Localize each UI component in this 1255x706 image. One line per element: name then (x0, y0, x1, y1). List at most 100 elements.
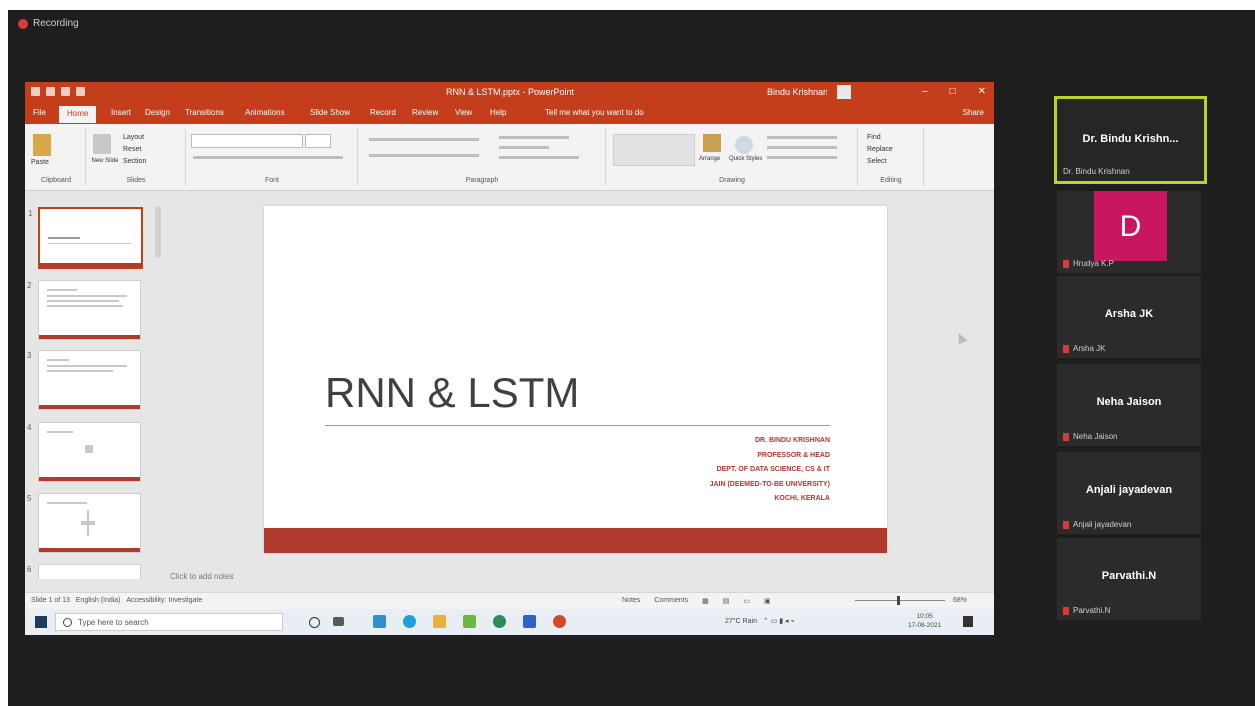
participant-label-text: Parvathi.N (1073, 606, 1111, 615)
paste-icon[interactable] (33, 134, 51, 156)
participant-tile[interactable]: Neha Jaison Neha Jaison (1057, 364, 1201, 446)
file-explorer-icon[interactable] (433, 615, 446, 628)
font-name-dropdown[interactable] (191, 134, 303, 148)
zoom-slider-handle[interactable] (897, 596, 900, 605)
slide-canvas[interactable]: RNN & LSTM DR. BINDU KRISHNAN PROFESSOR … (264, 206, 887, 553)
subtitle-line: DR. BINDU KRISHNAN (754, 437, 830, 444)
participant-tile-active-speaker[interactable]: Dr. Bindu Krishn... Dr. Bindu Krishnan (1054, 96, 1207, 184)
text-direction-button[interactable] (499, 136, 569, 139)
quick-styles-icon[interactable] (735, 136, 753, 154)
shape-fill-button[interactable] (767, 136, 837, 139)
new-slide-icon[interactable] (93, 134, 111, 154)
thumbnail-scrollbar[interactable] (155, 207, 161, 257)
tab-help[interactable]: Help (490, 108, 506, 117)
participant-tile[interactable]: Arsha JK Arsha JK (1057, 276, 1201, 358)
list-buttons[interactable] (369, 138, 479, 141)
search-placeholder: Type here to search (78, 618, 149, 627)
align-text-button[interactable] (499, 146, 549, 149)
notification-icon[interactable] (963, 616, 973, 627)
tab-insert[interactable]: Insert (111, 108, 131, 117)
align-buttons[interactable] (369, 154, 479, 157)
user-avatar[interactable] (837, 85, 851, 99)
maximize-icon[interactable]: □ (950, 86, 956, 97)
slide-thumbnail[interactable]: 5 (27, 493, 141, 553)
taskbar-search-box[interactable]: Type here to search (55, 613, 283, 631)
arrange-icon[interactable] (703, 134, 721, 152)
notes-button[interactable]: Notes (622, 597, 640, 605)
zoom-icon[interactable] (523, 615, 536, 628)
close-icon[interactable]: ✕ (978, 86, 986, 97)
section-button[interactable]: Section (123, 158, 146, 165)
group-drawing: Arrange Quick Styles Drawing (607, 128, 858, 186)
cortana-icon[interactable] (309, 617, 320, 628)
zoom-level[interactable]: 68% (953, 597, 967, 604)
accessibility-status[interactable]: Accessibility: Investigate (126, 597, 202, 604)
subtitle-line: PROFESSOR & HEAD (757, 451, 830, 459)
tell-me-search[interactable]: Tell me what you want to do (545, 108, 644, 117)
participant-label-text: Hrudya K.P (1073, 259, 1114, 268)
tab-file[interactable]: File (33, 108, 46, 117)
new-slide-button[interactable]: New Slide (89, 158, 121, 164)
share-button[interactable]: Share (963, 108, 984, 117)
slide-thumbnail[interactable]: 6 (27, 564, 141, 579)
present-icon[interactable] (76, 87, 85, 96)
normal-view-icon[interactable]: ▦ (702, 597, 709, 605)
slide-thumbnail[interactable]: 2 (27, 280, 141, 340)
font-size-dropdown[interactable] (305, 134, 331, 148)
thumbnail-number: 5 (27, 494, 32, 503)
undo-icon[interactable] (46, 87, 55, 96)
shape-effects-button[interactable] (767, 156, 837, 159)
slide-subtitle[interactable]: DR. BINDU KRISHNAN PROFESSOR & HEAD DEPT… (710, 434, 830, 507)
tab-record[interactable]: Record (370, 108, 396, 117)
replace-button[interactable]: Replace (867, 146, 893, 153)
save-icon[interactable] (31, 87, 40, 96)
tray-icons[interactable]: ⌃ ▭ ▮ ◂ ⌁ (763, 618, 795, 625)
font-format-buttons[interactable] (193, 156, 343, 159)
minimize-icon[interactable]: – (922, 86, 928, 97)
quick-styles-button[interactable]: Quick Styles (729, 156, 762, 162)
participant-tile[interactable]: Parvathi.N Parvathi.N (1057, 538, 1201, 620)
sorter-view-icon[interactable]: ▤ (723, 597, 730, 605)
layout-button[interactable]: Layout (123, 134, 144, 141)
redo-icon[interactable] (61, 87, 70, 96)
slide-thumbnail[interactable]: 3 (27, 350, 141, 410)
powerpoint-icon[interactable] (553, 615, 566, 628)
paste-button[interactable]: Paste (31, 159, 49, 166)
task-view-icon[interactable] (333, 617, 344, 626)
reading-view-icon[interactable]: ▭ (743, 597, 750, 605)
tab-design[interactable]: Design (145, 108, 170, 117)
tab-transitions[interactable]: Transitions (185, 108, 224, 117)
zoom-slider[interactable] (855, 600, 945, 601)
user-name[interactable]: Bindu Krishnan (767, 87, 827, 97)
slideshow-view-icon[interactable]: ▣ (764, 597, 771, 605)
ribbon-tabs: File Home Insert Design Transitions Anim… (25, 104, 994, 124)
tab-view[interactable]: View (455, 108, 472, 117)
weather-widget[interactable]: 27°C Rain (725, 618, 757, 625)
app-icon[interactable] (463, 615, 476, 628)
shape-outline-button[interactable] (767, 146, 837, 149)
find-button[interactable]: Find (867, 134, 881, 141)
shapes-gallery[interactable] (613, 134, 695, 166)
notes-pane[interactable]: Click to add notes (170, 572, 234, 581)
reset-button[interactable]: Reset (123, 146, 141, 153)
comments-button[interactable]: Comments (654, 597, 688, 605)
slide-thumbnail[interactable]: 1 (28, 207, 143, 269)
tab-home[interactable]: Home (59, 106, 97, 123)
convert-smartart-button[interactable] (499, 156, 579, 159)
participant-tile[interactable]: D Hrudya K.P (1057, 191, 1201, 273)
teams-icon[interactable] (373, 615, 386, 628)
select-button[interactable]: Select (867, 158, 886, 165)
windows-start-icon[interactable] (35, 616, 47, 628)
tab-review[interactable]: Review (412, 108, 438, 117)
slide-thumbnail[interactable]: 4 (27, 422, 141, 482)
taskbar-clock[interactable]: 10:05 17-08-2021 (908, 612, 941, 630)
tab-slide-show[interactable]: Slide Show (310, 108, 350, 117)
participant-tile[interactable]: Anjali jayadevan Anjali jayadevan (1057, 452, 1201, 534)
arrange-button[interactable]: Arrange (699, 156, 720, 162)
slide-title[interactable]: RNN & LSTM (325, 369, 579, 417)
language-indicator[interactable]: English (India) (76, 597, 121, 604)
edge-icon[interactable] (403, 615, 416, 628)
chrome-icon[interactable] (493, 615, 506, 628)
tab-animations[interactable]: Animations (245, 108, 285, 117)
participant-name: Neha Jaison (1096, 396, 1162, 408)
